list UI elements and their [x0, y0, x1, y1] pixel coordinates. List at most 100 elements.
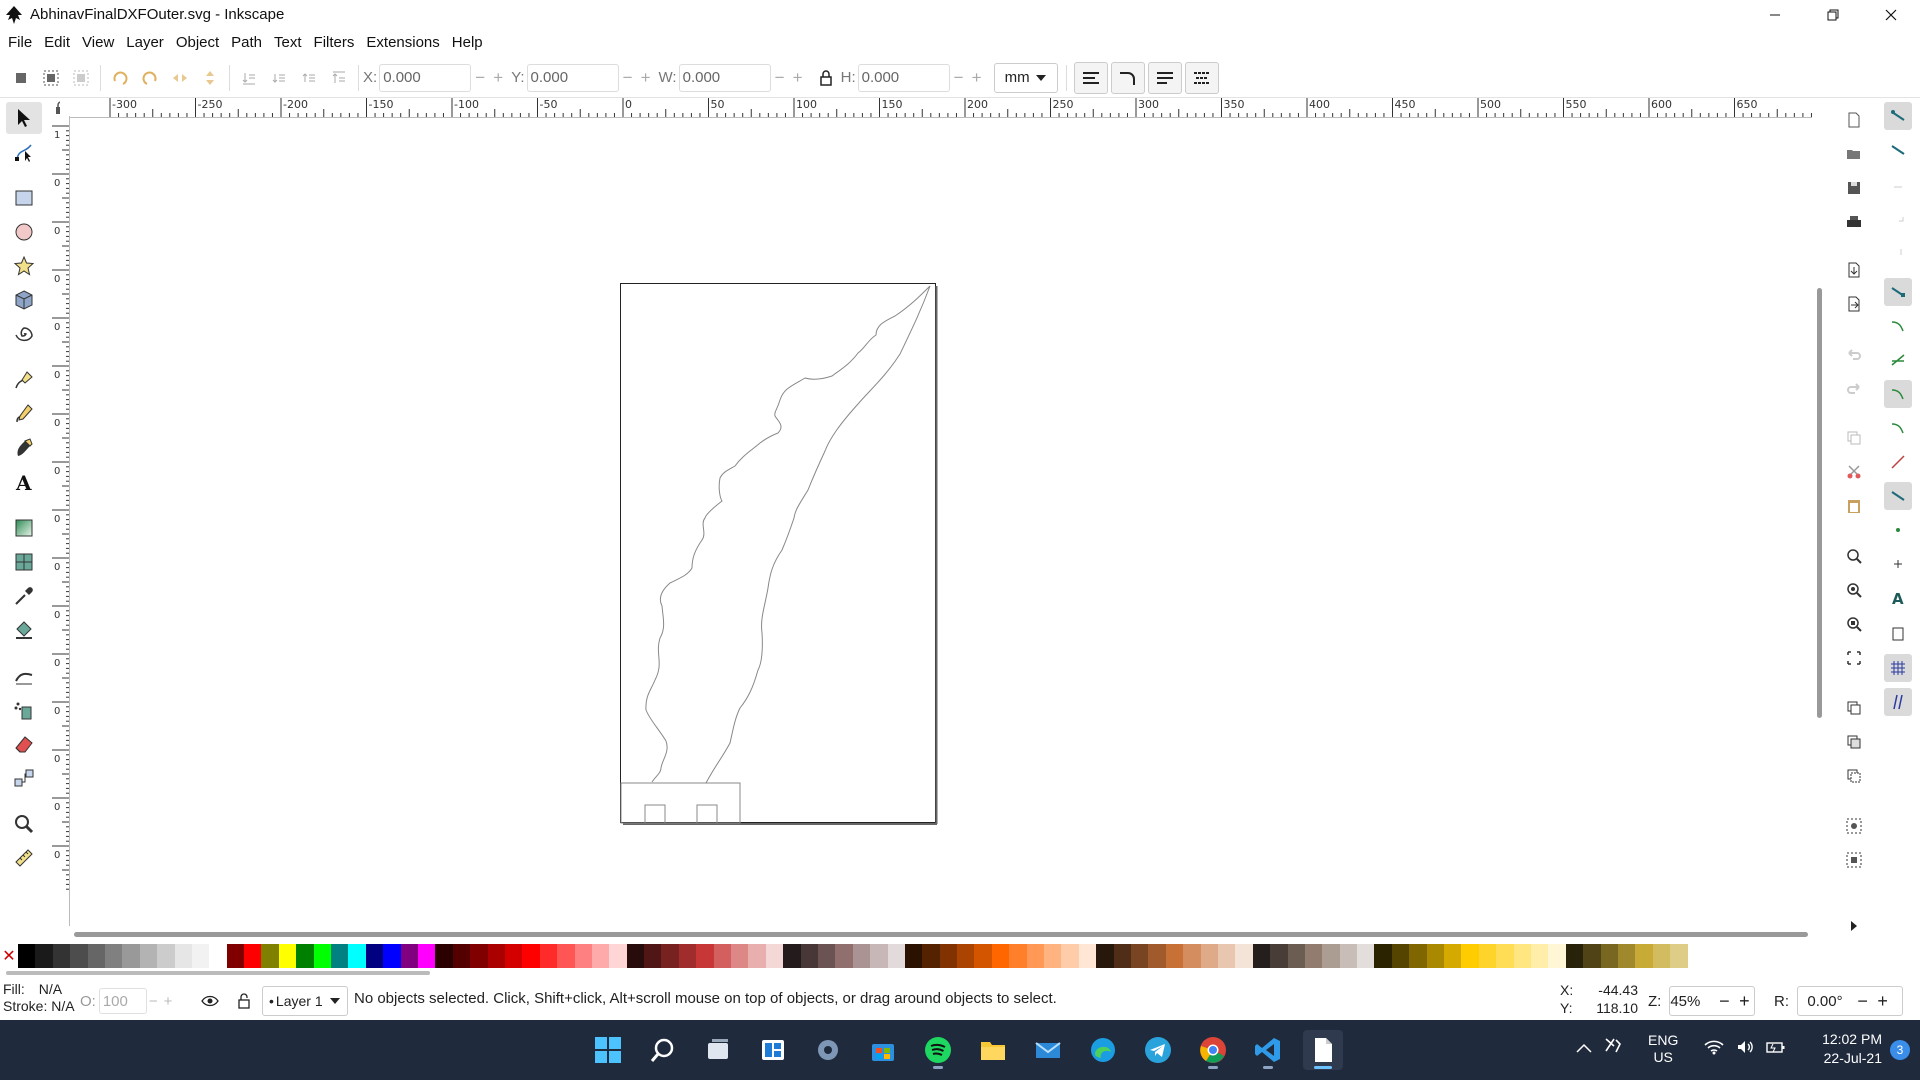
color-swatch[interactable] — [504, 944, 523, 968]
color-swatch[interactable] — [1061, 944, 1079, 968]
color-swatch[interactable] — [278, 944, 297, 968]
color-swatch[interactable] — [887, 944, 905, 968]
bezier-pen-tool[interactable] — [6, 364, 42, 396]
print-button[interactable] — [1840, 208, 1868, 236]
toggle-layer-lock-button[interactable] — [234, 991, 254, 1011]
flip-vertical-button[interactable] — [195, 63, 225, 93]
vertical-scrollbar[interactable] — [1815, 118, 1823, 928]
height-decrement-button[interactable]: − — [950, 68, 968, 88]
color-swatch[interactable] — [87, 944, 105, 968]
calligraphy-tool[interactable] — [6, 432, 42, 464]
drawing-canvas[interactable] — [70, 118, 1812, 928]
color-swatch[interactable] — [174, 944, 192, 968]
color-swatch[interactable] — [974, 944, 992, 968]
color-swatch[interactable] — [1270, 944, 1288, 968]
color-swatch[interactable] — [1478, 944, 1497, 968]
more-commands-button[interactable] — [1840, 912, 1868, 940]
inkscape-document-app[interactable] — [1303, 1030, 1343, 1070]
snap-rotation-centers-toggle[interactable] — [1884, 550, 1912, 578]
color-swatch[interactable] — [139, 944, 158, 968]
color-swatch[interactable] — [1513, 944, 1531, 968]
zoom-in-button[interactable]: + — [1734, 991, 1754, 1012]
color-swatch[interactable] — [331, 944, 349, 968]
snap-bbox-midpoints-toggle[interactable] — [1884, 238, 1912, 266]
width-decrement-button[interactable]: − — [771, 68, 789, 88]
scale-stroke-button[interactable] — [1073, 61, 1108, 94]
eraser-tool[interactable] — [6, 728, 42, 760]
color-swatch[interactable] — [104, 944, 123, 968]
color-swatch[interactable] — [452, 944, 471, 968]
unlink-clone-button[interactable] — [1840, 762, 1868, 790]
text-tool[interactable]: A — [6, 466, 42, 498]
no-paint-swatch[interactable]: ✕ — [0, 944, 18, 968]
color-swatch[interactable] — [209, 944, 227, 968]
color-swatch[interactable] — [591, 944, 610, 968]
color-swatch[interactable] — [1635, 944, 1653, 968]
task-view-button[interactable] — [698, 1030, 738, 1070]
snap-nodes-toggle[interactable] — [1884, 278, 1912, 306]
color-swatch[interactable] — [696, 944, 714, 968]
undo-button[interactable] — [1840, 340, 1868, 368]
color-swatch[interactable] — [991, 944, 1010, 968]
selector-tool[interactable] — [6, 102, 42, 134]
snap-cusp-nodes-toggle[interactable] — [1884, 380, 1912, 408]
menu-view[interactable]: View — [76, 29, 120, 57]
color-swatch[interactable] — [574, 944, 592, 968]
color-swatch[interactable] — [1652, 944, 1671, 968]
color-swatch[interactable] — [1444, 944, 1462, 968]
telegram-app[interactable] — [1138, 1030, 1178, 1070]
color-swatch[interactable] — [1670, 944, 1688, 968]
snap-intersections-toggle[interactable] — [1884, 346, 1912, 374]
color-swatch[interactable] — [1583, 944, 1601, 968]
current-layer-select[interactable]: • Layer 1 — [262, 986, 348, 1016]
input-language-button[interactable]: ENG US — [1648, 1032, 1678, 1066]
file-explorer-app[interactable] — [973, 1030, 1013, 1070]
horizontal-scroll-thumb[interactable] — [74, 932, 1808, 937]
edge-app[interactable] — [1083, 1030, 1123, 1070]
palette-scroll-thumb[interactable] — [6, 971, 430, 975]
snap-bounding-box-toggle[interactable] — [1884, 136, 1912, 164]
menu-object[interactable]: Object — [170, 29, 225, 57]
tweak-tool[interactable] — [6, 660, 42, 692]
spiral-tool[interactable] — [6, 318, 42, 350]
opacity-input[interactable]: 100 — [98, 988, 147, 1014]
color-swatch[interactable] — [678, 944, 697, 968]
color-swatch[interactable] — [731, 944, 749, 968]
color-swatch[interactable] — [296, 944, 314, 968]
fill-stroke-indicator[interactable]: Fill: N/A Stroke: N/A — [3, 981, 75, 1015]
widgets-button[interactable] — [753, 1030, 793, 1070]
pencil-tool[interactable] — [6, 398, 42, 430]
color-swatch[interactable] — [835, 944, 853, 968]
connector-tool[interactable] — [6, 762, 42, 794]
cut-button[interactable] — [1840, 458, 1868, 486]
gradient-tool[interactable] — [6, 512, 42, 544]
color-swatch[interactable] — [800, 944, 818, 968]
menu-file[interactable]: File — [2, 29, 38, 57]
close-button[interactable] — [1862, 0, 1920, 29]
opacity-increment-button[interactable]: + — [164, 993, 173, 1010]
snap-bbox-corners-toggle[interactable] — [1884, 204, 1912, 232]
spray-tool[interactable] — [6, 694, 42, 726]
color-swatch[interactable] — [539, 944, 558, 968]
open-button[interactable] — [1840, 140, 1868, 168]
y-decrement-button[interactable]: − — [619, 68, 637, 88]
snap-enable-toggle[interactable] — [1884, 102, 1912, 130]
tray-app-icon[interactable] — [1604, 1036, 1622, 1057]
lock-ratio-button[interactable] — [811, 63, 841, 93]
restore-button[interactable] — [1804, 0, 1862, 29]
color-swatch[interactable] — [157, 944, 175, 968]
measure-tool[interactable] — [6, 842, 42, 874]
color-swatch[interactable] — [1461, 944, 1479, 968]
clock[interactable]: 12:02 PM 22-Jul-21 — [1802, 1030, 1882, 1068]
color-swatch[interactable] — [226, 944, 245, 968]
menu-edit[interactable]: Edit — [38, 29, 76, 57]
color-swatch[interactable] — [1548, 944, 1566, 968]
color-swatch[interactable] — [522, 944, 540, 968]
width-increment-button[interactable]: + — [789, 68, 807, 88]
color-swatch[interactable] — [957, 944, 975, 968]
zoom-page-button[interactable] — [1840, 610, 1868, 638]
color-swatch[interactable] — [1287, 944, 1305, 968]
height-input[interactable]: 0.000 — [857, 63, 950, 92]
color-swatch[interactable] — [817, 944, 836, 968]
color-swatch[interactable] — [1113, 944, 1131, 968]
